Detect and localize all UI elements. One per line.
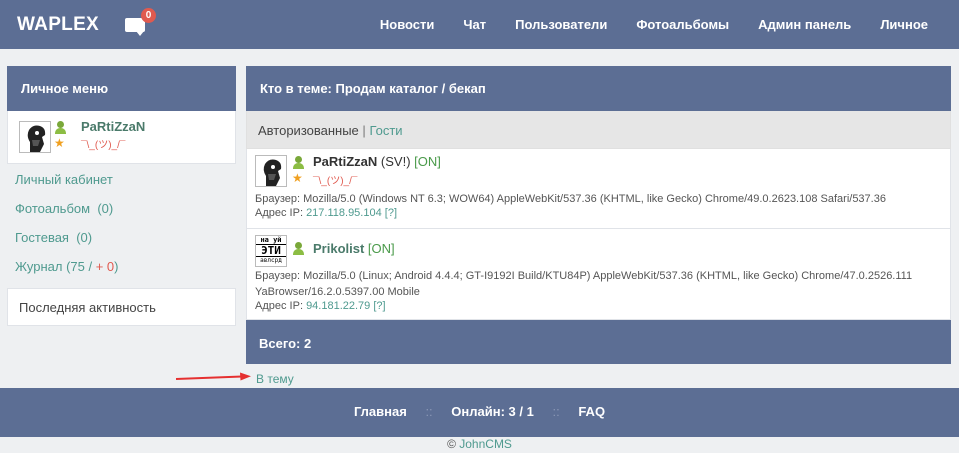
ip-link[interactable]: 217.118.95.104 (306, 207, 382, 219)
user-role: (SV!) (380, 154, 411, 169)
star-icon: ★ (54, 136, 65, 150)
user-online-icon (292, 242, 305, 255)
ip-line: Адрес IP: 94.181.22.79 [?] (255, 300, 386, 312)
sidebar-item-guestbook[interactable]: Гостевая (0) (7, 222, 236, 251)
footer-home-link[interactable]: Главная (354, 404, 407, 419)
messages-button[interactable]: 0 (125, 8, 156, 36)
nav-photoalbums[interactable]: Фотоальбомы (636, 17, 729, 32)
nav-users[interactable]: Пользователи (515, 17, 607, 32)
journal-new-count: + 0 (95, 259, 115, 274)
online-status: [ON] (367, 241, 395, 256)
footer-nav: Главная :: Онлайн: 3 / 1 :: FAQ (353, 404, 606, 419)
sidebar-item-photoalbum[interactable]: Фотоальбом (0) (7, 193, 236, 222)
sidebar-user-card: ★ PaRtiZzaN ¯\_(ツ)_/¯ (7, 111, 236, 164)
page-title: Кто в теме: Продам каталог / бекап (246, 66, 951, 111)
sidebar-user-status: ¯\_(ツ)_/¯ (81, 140, 126, 151)
footer-faq-link[interactable]: FAQ (578, 404, 605, 419)
back-to-topic-link[interactable]: В тему (256, 372, 294, 386)
star-icon: ★ (292, 171, 303, 185)
nav-personal[interactable]: Личное (880, 17, 928, 32)
user-avatar[interactable] (19, 121, 51, 153)
online-status: [ON] (414, 154, 441, 169)
copyright: © JohnCMS (447, 437, 512, 451)
nav-chat[interactable]: Чат (463, 17, 486, 32)
sidebar-item-cabinet[interactable]: Личный кабинет (7, 164, 236, 193)
ip-line: Адрес IP: 217.118.95.104 [?] (255, 207, 398, 219)
last-activity-link[interactable]: Последняя активность (7, 288, 236, 326)
message-count-badge: 0 (141, 8, 156, 23)
johncms-link[interactable]: JohnCMS (459, 437, 512, 451)
ip-lookup-link[interactable]: [?] (385, 207, 397, 219)
footer-bar: Главная :: Онлайн: 3 / 1 :: FAQ (0, 388, 959, 437)
total-count: Всего: 2 (246, 320, 951, 364)
top-navbar: WAPLEX 0 Новости Чат Пользователи Фотоал… (0, 0, 959, 49)
user-tabs: Авторизованные | Гости (246, 111, 951, 149)
username-link[interactable]: PaRtiZzaN (313, 154, 377, 169)
ip-link[interactable]: 94.181.22.79 (306, 300, 370, 312)
nav-news[interactable]: Новости (380, 17, 435, 32)
arrow-annotation-icon (176, 372, 251, 381)
browser-info: Браузер: Mozilla/5.0 (Windows NT 6.3; WO… (255, 193, 886, 205)
site-logo[interactable]: WAPLEX (17, 14, 99, 36)
ip-lookup-link[interactable]: [?] (373, 300, 385, 312)
sidebar-username[interactable]: PaRtiZzaN (81, 119, 145, 134)
username-link[interactable]: Prikolist (313, 241, 364, 256)
browser-info: Браузер: Mozilla/5.0 (Linux; Android 4.4… (255, 270, 913, 298)
list-item: ★ PaRtiZzaN (SV!) [ON] ¯\_(ツ)_/¯ Браузер… (246, 149, 951, 229)
main-panel: Кто в теме: Продам каталог / бекап Автор… (246, 66, 951, 364)
nav-admin-panel[interactable]: Админ панель (758, 17, 851, 32)
user-status: ¯\_(ツ)_/¯ (313, 176, 358, 187)
sidebar-title: Личное меню (7, 66, 236, 111)
list-item: на уй ЭТИ авлсрд Prikolist [ON] Браузер:… (246, 229, 951, 320)
user-avatar[interactable] (255, 155, 287, 187)
sidebar-menu: Личный кабинет Фотоальбом (0) Гостевая (… (7, 164, 236, 280)
user-avatar[interactable]: на уй ЭТИ авлсрд (255, 235, 287, 267)
user-online-icon (54, 121, 67, 134)
tab-guests[interactable]: Гости (369, 123, 402, 138)
tab-authorized[interactable]: Авторизованные (258, 123, 359, 138)
user-online-icon (292, 156, 305, 169)
sidebar-item-journal[interactable]: Журнал (75 / + 0) (7, 251, 236, 280)
footer-online-link[interactable]: Онлайн: 3 / 1 (451, 404, 534, 419)
sidebar: Личное меню ★ PaRtiZzaN ¯\_(ツ)_/¯ Личный… (7, 66, 236, 326)
main-nav: Новости Чат Пользователи Фотоальбомы Адм… (351, 17, 928, 32)
